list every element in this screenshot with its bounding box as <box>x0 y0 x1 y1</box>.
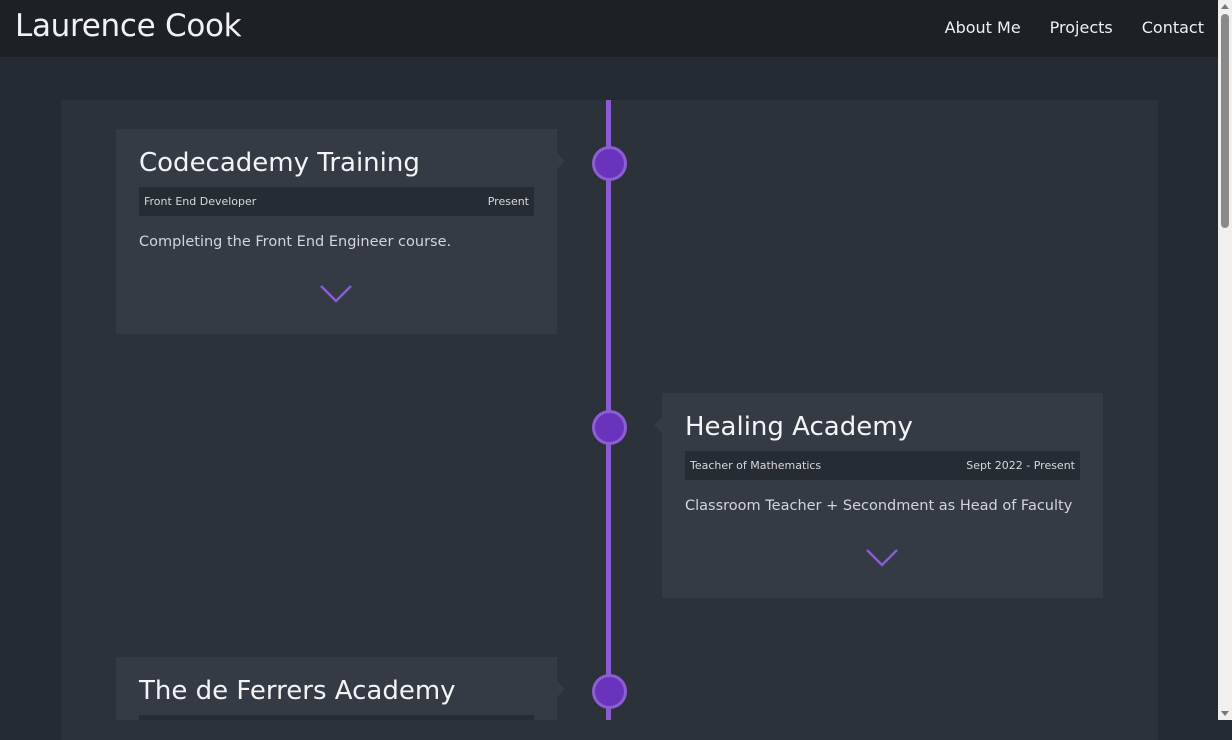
site-brand[interactable]: Laurence Cook <box>15 8 242 44</box>
timeline-dot <box>592 410 627 445</box>
card-title: Codecademy Training <box>139 148 420 178</box>
chevron-down-icon[interactable] <box>865 547 899 569</box>
nav-projects[interactable]: Projects <box>1050 18 1113 37</box>
timeline-card: Healing Academy Teacher of Mathematics S… <box>654 393 1103 598</box>
timeline-dot <box>592 146 627 181</box>
card-role: Teacher of Mathematics <box>690 459 822 472</box>
scrollbar[interactable] <box>1218 0 1232 720</box>
card-description: Completing the Front End Engineer course… <box>139 234 452 250</box>
card-title: The de Ferrers Academy <box>139 676 456 706</box>
card-title: Healing Academy <box>685 412 913 442</box>
card-meta <box>139 715 534 720</box>
nav-links: About Me Projects Contact <box>945 18 1204 37</box>
card-date: Present <box>487 195 529 208</box>
card-meta: Front End Developer Present <box>139 187 534 216</box>
scroll-down-icon[interactable] <box>1221 711 1229 716</box>
timeline-dot <box>592 674 627 709</box>
card-description: Classroom Teacher + Secondment as Head o… <box>685 498 1073 514</box>
scroll-up-icon[interactable] <box>1221 4 1229 9</box>
nav-about-me[interactable]: About Me <box>945 18 1021 37</box>
card-date: Sept 2022 - Present <box>966 459 1075 472</box>
nav-contact[interactable]: Contact <box>1142 18 1204 37</box>
navbar: Laurence Cook About Me Projects Contact <box>0 0 1218 57</box>
chevron-down-icon[interactable] <box>319 283 353 305</box>
timeline-card: The de Ferrers Academy <box>116 657 565 720</box>
card-role: Front End Developer <box>144 195 257 208</box>
scroll-thumb[interactable] <box>1221 14 1229 228</box>
card-meta: Teacher of Mathematics Sept 2022 - Prese… <box>685 451 1080 480</box>
timeline-card: Codecademy Training Front End Developer … <box>116 129 565 334</box>
